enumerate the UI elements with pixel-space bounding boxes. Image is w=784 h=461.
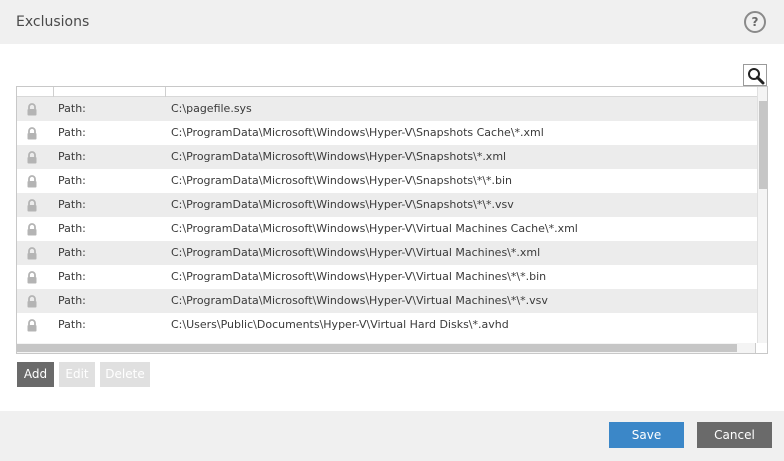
table-body: Path: C:\pagefile.sys Path: C:\ProgramData\… [17, 97, 757, 337]
row-type: Path: [58, 270, 86, 283]
delete-button[interactable]: Delete [100, 362, 150, 387]
lock-icon [27, 295, 37, 308]
footer: Save Cancel [0, 411, 784, 461]
table-row[interactable]: Path: C:\ProgramData\Microsoft\Windows\Hy… [17, 169, 757, 193]
cancel-button[interactable]: Cancel [697, 422, 772, 448]
row-path: C:\ProgramData\Microsoft\Windows\Hyper-V… [171, 222, 578, 235]
table-row[interactable]: Path: C:\Users\Public\Documents\Hyper-V\V… [17, 313, 757, 337]
lock-icon [27, 175, 37, 188]
row-path: C:\ProgramData\Microsoft\Windows\Hyper-V… [171, 174, 513, 187]
row-path: C:\Users\Public\Documents\Hyper-V\Virtua… [171, 318, 509, 331]
row-type: Path: [58, 222, 86, 235]
help-icon[interactable]: ? [744, 11, 766, 33]
row-type: Path: [58, 126, 86, 139]
vertical-scrollbar[interactable] [757, 87, 767, 343]
edit-button[interactable]: Edit [59, 362, 95, 387]
table-header [17, 87, 757, 97]
table-row[interactable]: Path: C:\pagefile.sys [17, 97, 757, 121]
table-row[interactable]: Path: C:\ProgramData\Microsoft\Windows\Hy… [17, 217, 757, 241]
content-area: Path: C:\pagefile.sys Path: C:\ProgramData\… [0, 44, 784, 411]
lock-icon [27, 127, 37, 140]
row-path: C:\ProgramData\Microsoft\Windows\Hyper-V… [171, 126, 544, 139]
table-row[interactable]: Path: C:\ProgramData\Microsoft\Windows\Hy… [17, 145, 757, 169]
column-divider[interactable] [165, 87, 166, 97]
row-type: Path: [58, 150, 86, 163]
column-divider[interactable] [53, 87, 54, 97]
lock-icon [27, 247, 37, 260]
table-row[interactable]: Path: C:\ProgramData\Microsoft\Windows\Hy… [17, 289, 757, 313]
table-row[interactable]: Path: C:\ProgramData\Microsoft\Windows\Hy… [17, 265, 757, 289]
row-type: Path: [58, 294, 86, 307]
window-title: Exclusions [16, 14, 90, 30]
row-path: C:\ProgramData\Microsoft\Windows\Hyper-V… [171, 150, 507, 163]
scrollbar-corner [755, 343, 767, 353]
add-button[interactable]: Add [17, 362, 54, 387]
save-button[interactable]: Save [609, 422, 684, 448]
row-type: Path: [58, 102, 86, 115]
lock-icon [27, 199, 37, 212]
row-type: Path: [58, 246, 86, 259]
lock-icon [27, 319, 37, 332]
row-type: Path: [58, 318, 86, 331]
lock-icon [27, 223, 37, 236]
vertical-scrollbar-thumb[interactable] [759, 101, 767, 189]
horizontal-scrollbar[interactable] [17, 343, 767, 353]
row-type: Path: [58, 198, 86, 211]
search-icon [748, 68, 765, 85]
lock-icon [27, 271, 37, 284]
title-bar: Exclusions ? [0, 0, 784, 44]
row-path: C:\ProgramData\Microsoft\Windows\Hyper-V… [171, 246, 541, 259]
row-path: C:\pagefile.sys [171, 102, 252, 115]
row-type: Path: [58, 174, 86, 187]
search-button[interactable] [743, 64, 767, 86]
row-path: C:\ProgramData\Microsoft\Windows\Hyper-V… [171, 270, 547, 283]
horizontal-scrollbar-thumb[interactable] [17, 344, 737, 352]
exclusions-table: Path: C:\pagefile.sys Path: C:\ProgramData\… [16, 86, 768, 354]
table-row[interactable]: Path: C:\ProgramData\Microsoft\Windows\Hy… [17, 241, 757, 265]
table-row[interactable]: Path: C:\ProgramData\Microsoft\Windows\Hy… [17, 193, 757, 217]
lock-icon [27, 103, 37, 116]
table-row[interactable]: Path: C:\ProgramData\Microsoft\Windows\Hy… [17, 121, 757, 145]
row-path: C:\ProgramData\Microsoft\Windows\Hyper-V… [171, 294, 548, 307]
lock-icon [27, 151, 37, 164]
row-path: C:\ProgramData\Microsoft\Windows\Hyper-V… [171, 198, 514, 211]
